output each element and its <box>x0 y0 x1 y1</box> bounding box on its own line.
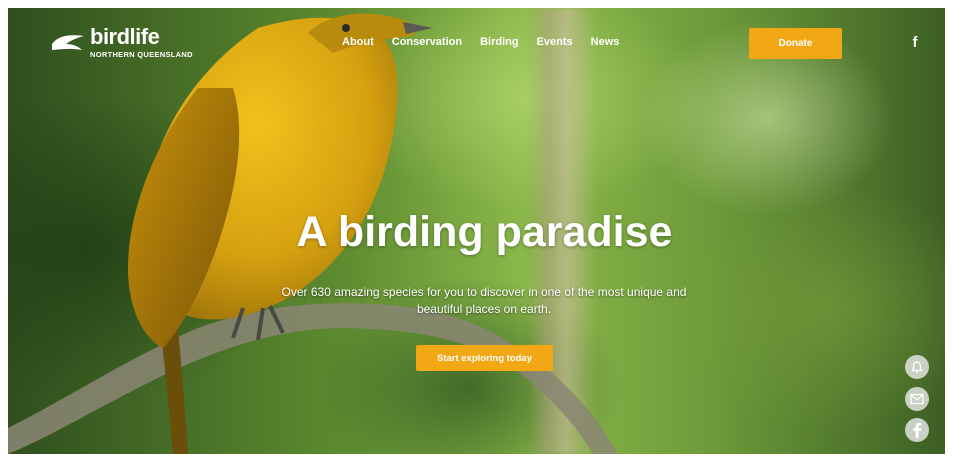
logo-name: birdlife <box>90 24 160 49</box>
nav-about[interactable]: About <box>342 36 374 48</box>
top-navigation: birdlife NORTHERN QUEENSLAND About Conse… <box>8 8 945 78</box>
main-menu: About Conservation Birding Events News <box>342 36 619 48</box>
donate-button[interactable]: Donate <box>749 28 842 59</box>
facebook-icon[interactable]: f <box>907 34 923 52</box>
nav-news[interactable]: News <box>591 36 620 48</box>
hero-title: A birding paradise <box>296 208 673 256</box>
bird-logo-icon <box>52 35 84 50</box>
nav-conservation[interactable]: Conservation <box>392 36 462 48</box>
bell-icon[interactable] <box>905 355 929 379</box>
branch <box>8 303 618 454</box>
hero-subtitle: Over 630 amazing species for you to disc… <box>281 285 687 316</box>
nav-events[interactable]: Events <box>537 36 573 48</box>
logo-subtitle: NORTHERN QUEENSLAND <box>90 50 193 59</box>
hero-frame: birdlife NORTHERN QUEENSLAND About Conse… <box>8 8 945 454</box>
nav-birding[interactable]: Birding <box>480 36 519 48</box>
mail-icon[interactable] <box>905 387 929 411</box>
facebook-icon[interactable] <box>905 418 929 442</box>
start-exploring-button[interactable]: Start exploring today <box>416 345 553 371</box>
